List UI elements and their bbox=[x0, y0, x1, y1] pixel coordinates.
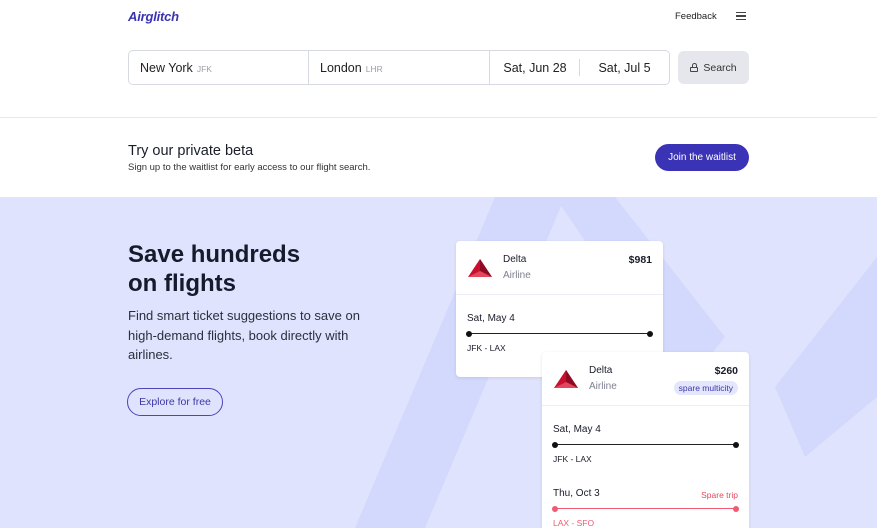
airline-name: Delta bbox=[503, 254, 527, 265]
beta-banner: Try our private beta Sign up to the wait… bbox=[0, 119, 877, 197]
search-button-label: Search bbox=[703, 61, 737, 74]
from-field[interactable]: New York JFK bbox=[129, 51, 309, 84]
hero-title-line1: Save hundreds bbox=[128, 241, 301, 268]
leg-route: JFK - LAX bbox=[467, 343, 506, 353]
return-date-field[interactable]: Sat, Jul 5 bbox=[580, 51, 669, 84]
leg-route-line bbox=[552, 505, 739, 512]
from-city: New York bbox=[140, 60, 193, 75]
to-field[interactable]: London LHR bbox=[309, 51, 490, 84]
flight-card[interactable]: Delta Airline $260 spare multicity Sat, … bbox=[542, 352, 749, 528]
flight-price: $260 bbox=[714, 365, 738, 377]
hero-description: Find smart ticket suggestions to save on… bbox=[128, 308, 360, 362]
airline-type: Airline bbox=[503, 270, 531, 281]
card-header: Delta Airline $981 bbox=[456, 241, 663, 295]
to-city: London bbox=[320, 60, 362, 75]
hero-section: Save hundreds on flights Find smart tick… bbox=[0, 197, 877, 528]
spare-trip-label: Spare trip bbox=[701, 490, 738, 500]
flight-price: $981 bbox=[628, 254, 652, 266]
from-code: JFK bbox=[196, 64, 212, 74]
leg-date: Thu, Oct 3 bbox=[553, 488, 600, 499]
explore-button[interactable]: Explore for free bbox=[127, 388, 223, 416]
leg-route-line bbox=[552, 441, 739, 448]
flight-leg: Sat, May 4 JFK - LAX bbox=[456, 295, 663, 359]
join-waitlist-button[interactable]: Join the waitlist bbox=[655, 144, 749, 171]
flight-leg-spare: Thu, Oct 3 Spare trip LAX - SFO bbox=[542, 470, 749, 528]
flight-search-bar: New York JFK London LHR Sat, Jun 28 Sat,… bbox=[128, 50, 670, 85]
leg-route-line bbox=[466, 330, 653, 337]
depart-date-field[interactable]: Sat, Jun 28 bbox=[490, 51, 580, 84]
leg-date: Sat, May 4 bbox=[467, 313, 515, 324]
airline-name: Delta bbox=[589, 365, 613, 376]
search-button[interactable]: Search bbox=[678, 51, 749, 84]
beta-title: Try our private beta bbox=[128, 143, 254, 159]
leg-route: JFK - LAX bbox=[553, 454, 592, 464]
hamburger-menu-icon[interactable] bbox=[736, 12, 746, 21]
delta-logo-icon bbox=[468, 259, 492, 277]
delta-logo-icon bbox=[554, 370, 578, 388]
flight-leg: Sat, May 4 JFK - LAX bbox=[542, 406, 749, 470]
airline-type: Airline bbox=[589, 381, 617, 392]
return-date: Sat, Jul 5 bbox=[598, 60, 651, 75]
to-code: LHR bbox=[365, 64, 383, 74]
depart-date: Sat, Jun 28 bbox=[503, 60, 567, 75]
lock-icon bbox=[690, 63, 699, 72]
leg-route: LAX - SFO bbox=[553, 518, 595, 528]
beta-subtitle: Sign up to the waitlist for early access… bbox=[128, 162, 371, 173]
hero-title-line2: on flights bbox=[128, 270, 236, 297]
logo[interactable]: Airglitch bbox=[128, 9, 179, 24]
leg-date: Sat, May 4 bbox=[553, 424, 601, 435]
spare-multicity-badge: spare multicity bbox=[673, 381, 738, 395]
hero-title: Save hundreds on flights bbox=[128, 240, 368, 298]
feedback-link[interactable]: Feedback bbox=[675, 11, 717, 22]
top-bar: Airglitch Feedback New York JFK London L… bbox=[0, 0, 877, 118]
card-header: Delta Airline $260 spare multicity bbox=[542, 352, 749, 406]
